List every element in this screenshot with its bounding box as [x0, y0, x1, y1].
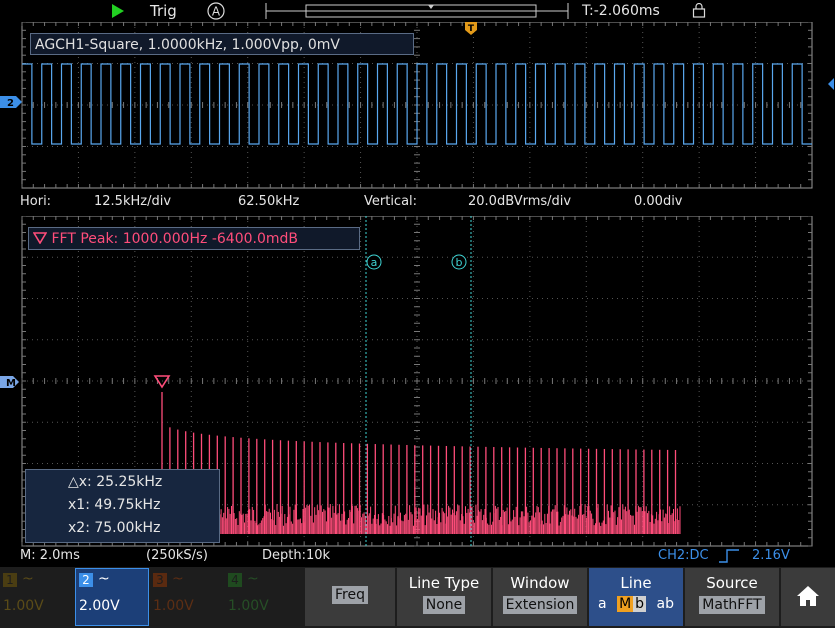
hori-center: 62.50kHz — [238, 194, 300, 209]
top-bar: Trig A T:-2.060ms — [0, 0, 835, 22]
main-info-label: AGCH1-Square, 1.0000kHz, 1.000Vpp, 0mV — [30, 33, 414, 55]
ch2-number: 2 — [79, 573, 93, 587]
trigger-mode-glyph: A — [212, 5, 221, 19]
window-label: Window — [510, 574, 570, 592]
home-icon — [797, 586, 819, 606]
fft-peak-icon — [32, 232, 48, 245]
lock-icon — [692, 3, 706, 18]
ch2-scale: 2.00V — [79, 598, 120, 614]
memory-depth: Depth:10k — [262, 548, 331, 563]
window-value: Extension — [502, 596, 578, 614]
line-option-b[interactable]: b — [633, 596, 647, 612]
rising-edge-icon — [719, 549, 739, 563]
hori-scale: 12.5kHz/div — [94, 194, 172, 209]
line-type-label: Line Type — [408, 574, 480, 592]
line-option-a[interactable]: a — [598, 596, 607, 612]
vertical-scale: 20.0dBVrms/div — [468, 194, 572, 209]
fft-noise-floor — [159, 504, 681, 534]
line-button[interactable]: Line a Mb ab — [589, 568, 683, 626]
cursor-b-label: b — [456, 256, 463, 269]
channel-4-box[interactable]: 4 ~ 1.00V — [225, 568, 299, 626]
cursor-a-label: a — [371, 256, 378, 269]
channel-1-box[interactable]: 1 ~ 1.00V — [0, 568, 74, 626]
trigger-position-glyph: T — [468, 24, 475, 34]
fft-peak-label: FFT Peak: 1000.000Hz -6400.0mdB — [51, 231, 299, 247]
source-label: Source — [706, 574, 758, 592]
freq-label: Freq — [332, 586, 368, 604]
line-option-m[interactable]: M — [617, 596, 634, 612]
timebase: M: 2.0ms — [20, 548, 80, 563]
ch4-number: 4 — [228, 573, 242, 587]
trig-label[interactable]: Trig — [150, 2, 177, 20]
ch1-coupling: ~ — [22, 571, 34, 587]
vertical-label: Vertical: — [364, 194, 418, 209]
ch3-number: 3 — [153, 573, 167, 587]
window-button[interactable]: Window Extension — [493, 568, 587, 626]
ch1-scale: 1.00V — [3, 598, 44, 614]
freq-button[interactable]: Freq — [305, 568, 395, 626]
ch4-scale: 1.00V — [228, 598, 269, 614]
vertical-offset: 0.00div — [634, 194, 683, 209]
ch2-trigger-level-marker — [828, 78, 834, 90]
line-label: Line — [620, 574, 652, 592]
cursor-x2: x2: 75.00kHz — [68, 520, 161, 536]
line-option-ab[interactable]: ab — [657, 596, 674, 612]
home-button[interactable] — [781, 568, 835, 626]
trigger-level: 2.16V — [752, 548, 790, 563]
channel-3-box[interactable]: 3 ~ 1.00V — [150, 568, 224, 626]
ch3-scale: 1.00V — [153, 598, 194, 614]
ch4-coupling: ~ — [247, 571, 259, 587]
channel-2-box[interactable]: 2 ~ 2.00V — [75, 568, 149, 626]
ch2-square-wave — [22, 63, 812, 145]
line-type-button[interactable]: Line Type None — [397, 568, 491, 626]
line-type-value: None — [422, 596, 466, 614]
source-value: MathFFT — [699, 596, 765, 614]
cursor-delta-x: △x: 25.25kHz — [68, 474, 163, 490]
hori-label: Hori: — [20, 194, 52, 209]
trigger-mode-icon[interactable]: A — [206, 2, 226, 20]
run-icon[interactable] — [112, 4, 124, 18]
ch1-number: 1 — [3, 573, 17, 587]
sample-rate: (250kS/s) — [146, 548, 208, 563]
ch3-coupling: ~ — [172, 571, 184, 587]
trigger-source-info: CH2:DC — [658, 548, 709, 563]
memory-position-bar[interactable] — [262, 2, 572, 20]
math-level-label: M — [6, 378, 16, 389]
source-button[interactable]: Source MathFFT — [685, 568, 779, 626]
ch2-level-label: 2 — [7, 98, 14, 109]
ch2-coupling: ~ — [98, 571, 110, 587]
fft-peak-info: FFT Peak: 1000.000Hz -6400.0mdB — [28, 227, 360, 250]
cursor-x1: x1: 49.75kHz — [68, 497, 161, 513]
cursor-readout-box: △x: 25.25kHz x1: 49.75kHz x2: 75.00kHz — [25, 469, 220, 543]
trigger-time: T:-2.060ms — [582, 3, 660, 19]
